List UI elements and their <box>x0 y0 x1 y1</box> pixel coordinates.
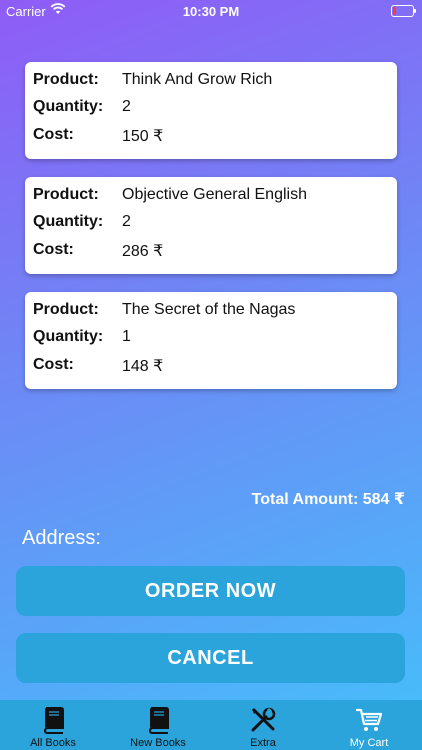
address-label: Address: <box>22 527 101 549</box>
tools-icon <box>248 705 278 735</box>
tab-label: Extra <box>250 737 276 749</box>
cancel-button[interactable]: CANCEL <box>16 633 405 683</box>
tab-bar: All Books New Books Extra My Cart <box>0 700 422 750</box>
total-amount: Total Amount: 584 ₹ <box>251 491 405 508</box>
quantity-label: Quantity: <box>33 98 104 115</box>
product-label: Product: <box>33 186 99 203</box>
cost-value: 148 ₹ <box>122 358 164 375</box>
battery-level <box>393 7 396 15</box>
product-name: Think And Grow Rich <box>122 71 273 88</box>
tab-my-cart[interactable]: My Cart <box>316 700 422 750</box>
tab-label: All Books <box>30 737 76 749</box>
cost-value: 286 ₹ <box>122 243 164 260</box>
status-bar: Carrier 10:30 PM <box>0 0 422 22</box>
cost-value: 150 ₹ <box>122 128 164 145</box>
tab-label: My Cart <box>349 737 389 749</box>
quantity-value: 1 <box>122 328 131 345</box>
product-label: Product: <box>33 301 99 318</box>
product-name: Objective General English <box>122 186 307 203</box>
battery-icon <box>391 5 416 17</box>
quantity-value: 2 <box>122 98 131 115</box>
book-icon <box>38 705 68 735</box>
product-label: Product: <box>33 71 99 88</box>
order-now-button[interactable]: ORDER NOW <box>16 566 405 616</box>
book-icon <box>143 705 173 735</box>
quantity-label: Quantity: <box>33 328 104 345</box>
cost-label: Cost: <box>33 126 74 143</box>
product-name: The Secret of the Nagas <box>122 301 296 318</box>
tab-extra[interactable]: Extra <box>210 700 316 750</box>
clock: 10:30 PM <box>182 4 240 19</box>
cart-item-card: Product: The Secret of the Nagas Quantit… <box>25 292 397 389</box>
tab-label: New Books <box>130 737 186 749</box>
tab-all-books[interactable]: All Books <box>0 700 106 750</box>
cost-label: Cost: <box>33 241 74 258</box>
tab-new-books[interactable]: New Books <box>105 700 211 750</box>
quantity-label: Quantity: <box>33 213 104 230</box>
cart-icon <box>354 705 384 735</box>
cost-label: Cost: <box>33 356 74 373</box>
cart-item-card: Product: Objective General English Quant… <box>25 177 397 274</box>
cart-item-card: Product: Think And Grow Rich Quantity: 2… <box>25 62 397 159</box>
quantity-value: 2 <box>122 213 131 230</box>
